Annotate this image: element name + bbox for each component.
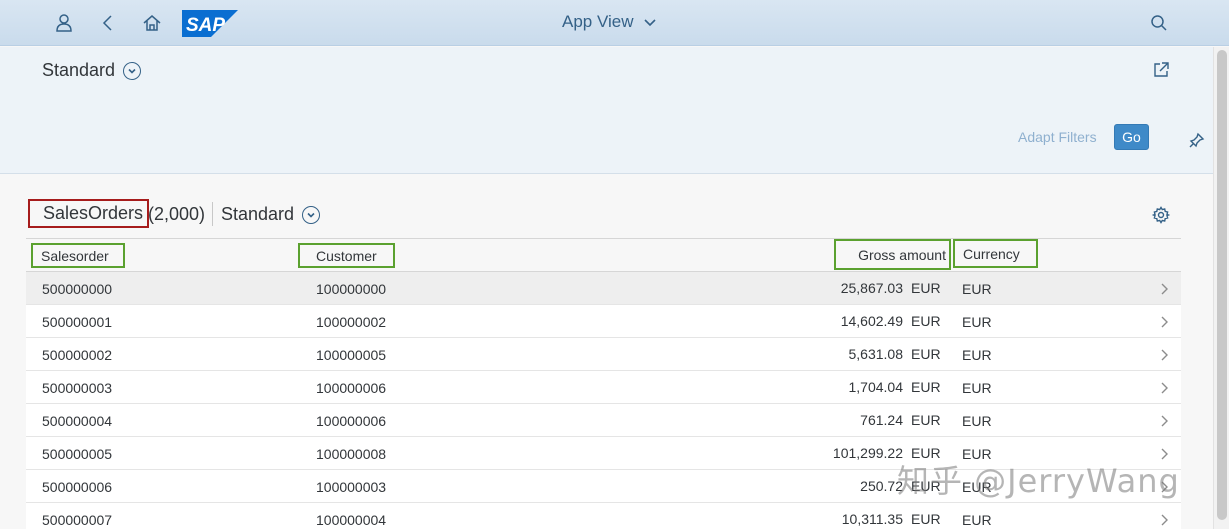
table-row[interactable]: 500000000 100000000 25,867.03 EUR EUR (26, 272, 1181, 305)
cell-amount-unit: EUR (911, 478, 941, 494)
table-row[interactable]: 500000003 100000006 1,704.04 EUR EUR (26, 371, 1181, 404)
cell-amount-unit: EUR (911, 313, 941, 329)
cell-gross-amount: 1,704.04 (848, 379, 904, 395)
home-icon[interactable] (141, 12, 163, 34)
sap-logo-text: SAP (186, 15, 225, 36)
user-icon[interactable] (53, 12, 75, 34)
cell-customer: 100000004 (316, 512, 387, 528)
cell-amount-unit: EUR (911, 346, 941, 362)
table-row[interactable]: 500000001 100000002 14,602.49 EUR EUR (26, 305, 1181, 338)
cell-customer: 100000000 (316, 281, 387, 297)
sap-logo[interactable]: SAP (182, 10, 238, 37)
table-variant-selector[interactable]: Standard (221, 204, 321, 225)
column-header-customer[interactable]: Customer (298, 243, 395, 268)
cell-salesorder: 500000003 (42, 380, 113, 396)
cell-currency: EUR (962, 446, 992, 462)
cell-gross-amount: 101,299.22 (832, 445, 903, 461)
back-icon[interactable] (97, 12, 119, 34)
table-variant-label: Standard (221, 204, 295, 224)
cell-customer: 100000005 (316, 347, 387, 363)
chevron-right-icon[interactable] (1159, 447, 1171, 461)
vertical-scrollbar[interactable] (1213, 47, 1229, 529)
filter-bar: Standard Adapt Filters Go (0, 47, 1213, 174)
column-header-gross-amount[interactable]: Gross amount (834, 239, 951, 270)
chevron-right-icon[interactable] (1159, 315, 1171, 329)
cell-currency: EUR (962, 281, 992, 297)
cell-salesorder: 500000000 (42, 281, 113, 297)
shell-bar: SAP App View (0, 0, 1229, 46)
cell-salesorder: 500000001 (42, 314, 113, 330)
cell-salesorder: 500000002 (42, 347, 113, 363)
cell-currency: EUR (962, 347, 992, 363)
cell-amount-unit: EUR (911, 412, 941, 428)
chevron-right-icon[interactable] (1159, 480, 1171, 494)
cell-customer: 100000003 (316, 479, 387, 495)
chevron-right-icon[interactable] (1159, 513, 1171, 527)
scrollbar-thumb[interactable] (1217, 50, 1227, 520)
cell-gross-amount: 25,867.03 (840, 280, 903, 296)
cell-customer: 100000008 (316, 446, 387, 462)
cell-amount-unit: EUR (911, 511, 941, 527)
cell-gross-amount: 14,602.49 (840, 313, 903, 329)
cell-salesorder: 500000006 (42, 479, 113, 495)
cell-customer: 100000002 (316, 314, 387, 330)
table-count: (2,000) (148, 204, 206, 224)
table-body: 500000000 100000000 25,867.03 EUR EUR 5000000… (26, 272, 1181, 529)
cell-salesorder: 500000005 (42, 446, 113, 462)
cell-salesorder: 500000004 (42, 413, 113, 429)
variant-label: Standard (42, 60, 116, 80)
sales-orders-table: Salesorder Customer Gross amount Currenc… (26, 238, 1181, 529)
app-title: App View (562, 12, 634, 31)
cell-gross-amount: 761.24 (860, 412, 903, 428)
cell-amount-unit: EUR (911, 280, 941, 296)
cell-gross-amount: 5,631.08 (848, 346, 904, 362)
chevron-right-icon[interactable] (1159, 414, 1171, 428)
cell-currency: EUR (962, 479, 992, 495)
adapt-filters-button[interactable]: Adapt Filters (1018, 129, 1097, 145)
table-row[interactable]: 500000005 100000008 101,299.22 EUR EUR (26, 437, 1181, 470)
go-button[interactable]: Go (1114, 124, 1149, 150)
cell-amount-unit: EUR (911, 379, 941, 395)
app-title-menu[interactable]: App View (562, 12, 658, 32)
table-title: SalesOrders (28, 199, 150, 228)
cell-gross-amount: 10,311.35 (841, 511, 903, 527)
cell-gross-amount: 250.72 (860, 478, 903, 494)
variant-selector[interactable]: Standard (42, 60, 142, 81)
column-header-salesorder[interactable]: Salesorder (31, 243, 125, 268)
search-icon[interactable] (1148, 12, 1170, 34)
table-header: Salesorder Customer Gross amount Currenc… (26, 238, 1181, 272)
chevron-right-icon[interactable] (1159, 282, 1171, 296)
table-row[interactable]: 500000004 100000006 761.24 EUR EUR (26, 404, 1181, 437)
cell-currency: EUR (962, 512, 992, 528)
table-row[interactable]: 500000007 100000004 10,311.35 EUR EUR (26, 503, 1181, 529)
cell-salesorder: 500000007 (42, 512, 113, 528)
chevron-down-icon (302, 205, 321, 224)
chevron-down-icon (123, 61, 142, 80)
cell-customer: 100000006 (316, 380, 387, 396)
pin-icon[interactable] (1189, 132, 1205, 148)
share-icon[interactable] (1152, 61, 1170, 79)
toolbar-separator (212, 202, 213, 226)
cell-currency: EUR (962, 413, 992, 429)
chevron-right-icon[interactable] (1159, 381, 1171, 395)
cell-currency: EUR (962, 314, 992, 330)
cell-amount-unit: EUR (911, 445, 941, 461)
cell-currency: EUR (962, 380, 992, 396)
chevron-down-icon (643, 19, 656, 27)
chevron-right-icon[interactable] (1159, 348, 1171, 362)
table-row[interactable]: 500000002 100000005 5,631.08 EUR EUR (26, 338, 1181, 371)
gear-icon[interactable] (1151, 206, 1171, 224)
column-header-currency[interactable]: Currency (953, 239, 1038, 268)
cell-customer: 100000006 (316, 413, 387, 429)
table-row[interactable]: 500000006 100000003 250.72 EUR EUR (26, 470, 1181, 503)
